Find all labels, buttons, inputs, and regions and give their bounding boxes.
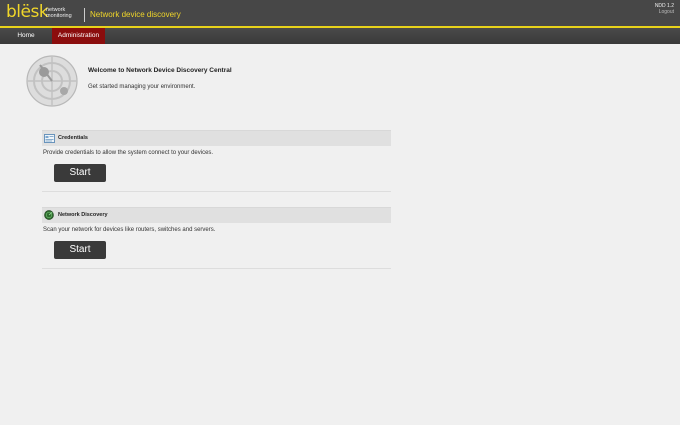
app-header: blësk network monitoring Network device …	[0, 0, 680, 28]
welcome-subtitle: Get started managing your environment.	[88, 84, 196, 90]
credentials-section-header: Credentials	[42, 130, 391, 146]
credentials-start-button[interactable]: Start	[54, 164, 106, 182]
network-discovery-section-header: Network Discovery	[42, 207, 391, 223]
app-title: Network device discovery	[90, 10, 181, 19]
user-area: NDD 1.2 Logout	[655, 3, 674, 15]
credentials-title: Credentials	[58, 135, 88, 141]
network-discovery-start-button[interactable]: Start	[54, 241, 106, 259]
credentials-icon	[44, 134, 55, 143]
section-divider	[42, 268, 391, 269]
network-discovery-description: Scan your network for devices like route…	[43, 227, 216, 233]
credentials-description: Provide credentials to allow the system …	[43, 150, 214, 156]
main-nav: Home Administration	[0, 28, 680, 44]
logo-subtext: network monitoring	[46, 7, 72, 19]
header-divider	[84, 8, 85, 22]
nav-administration[interactable]: Administration	[52, 28, 105, 44]
network-discovery-title: Network Discovery	[58, 212, 108, 218]
nav-home[interactable]: Home	[8, 28, 44, 44]
network-discovery-icon	[44, 210, 54, 220]
section-divider	[42, 191, 391, 192]
radar-icon	[26, 55, 78, 107]
logout-link[interactable]: Logout	[655, 9, 674, 15]
welcome-title: Welcome to Network Device Discovery Cent…	[88, 67, 232, 74]
logo-text: blësk	[6, 2, 49, 22]
